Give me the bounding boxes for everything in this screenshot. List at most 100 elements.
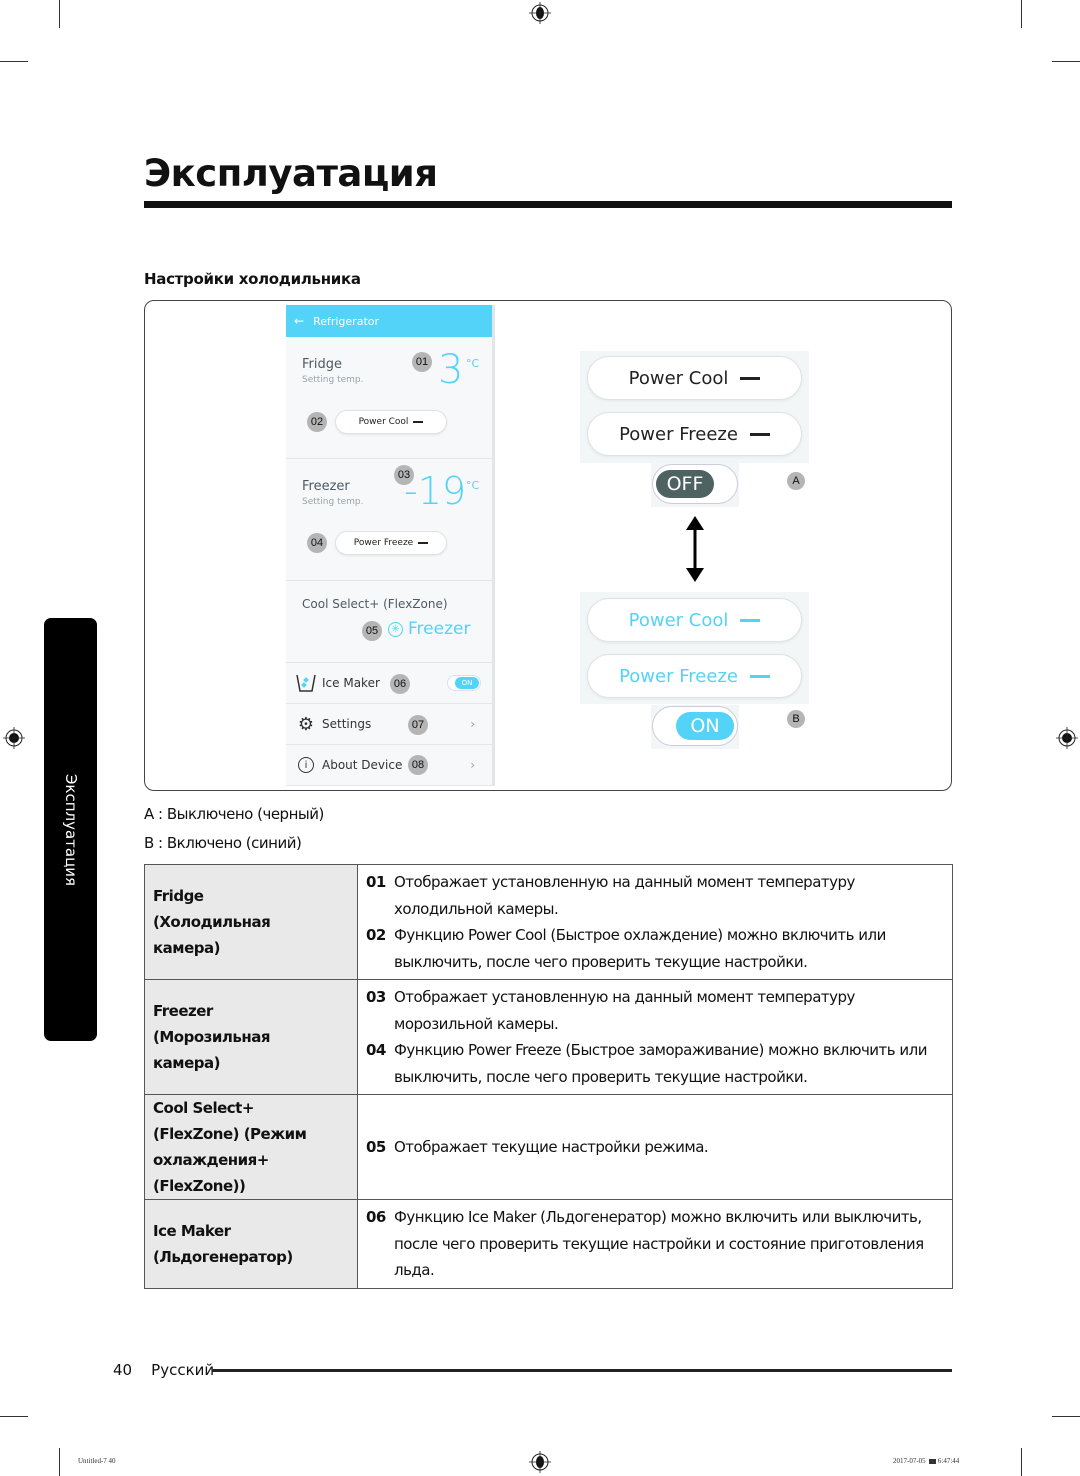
item-text: Отображает установленную на данный момен… bbox=[394, 873, 855, 918]
crop-mark bbox=[1021, 1448, 1022, 1476]
callout-badge: 08 bbox=[408, 755, 428, 775]
callout-badge: 04 bbox=[307, 533, 327, 553]
table-row: Cool Select+ (FlexZone) (Режим охлаждени… bbox=[144, 1094, 953, 1200]
item-text: Функцию Ice Maker (Льдогенератор) можно … bbox=[394, 1208, 924, 1279]
table-row: Ice Maker (Льдогенератор) 06 Функцию Ice … bbox=[144, 1199, 953, 1289]
power-cool-button[interactable]: Power Cool bbox=[335, 410, 447, 434]
power-freeze-button[interactable]: Power Freeze bbox=[335, 531, 447, 555]
flexzone-mode[interactable]: ✳ Freezer bbox=[388, 619, 470, 639]
fridge-title: Fridge bbox=[302, 357, 342, 372]
footer-language: Русский bbox=[151, 1361, 215, 1379]
callout-badge: 07 bbox=[408, 715, 428, 735]
minus-icon bbox=[749, 432, 770, 436]
callout-badge: 02 bbox=[307, 412, 327, 432]
registration-mark-icon bbox=[1056, 727, 1078, 749]
side-tab-label: Эксплуатация bbox=[61, 773, 80, 886]
print-date: 2017-07-05 bbox=[893, 1457, 926, 1465]
minus-icon bbox=[749, 674, 770, 678]
legend-off: A : Выключено (черный) bbox=[144, 805, 324, 823]
chevron-right-icon: › bbox=[470, 717, 475, 731]
row-header: Fridge (Холодильная камера) bbox=[144, 864, 358, 980]
description-table: Fridge (Холодильная камера) 01 Отображает… bbox=[144, 864, 953, 1289]
about-device-row[interactable]: i About Device 08 › bbox=[286, 745, 492, 786]
crop-mark bbox=[1052, 61, 1080, 62]
chevron-right-icon: › bbox=[470, 758, 475, 772]
fridge-subtitle: Setting temp. bbox=[302, 375, 364, 385]
off-toggle[interactable]: OFF bbox=[652, 464, 738, 504]
crop-mark bbox=[1052, 1416, 1080, 1417]
description-item: 06 Функцию Ice Maker (Льдогенератор) можн… bbox=[366, 1204, 946, 1284]
power-freeze-label: Power Freeze bbox=[619, 665, 738, 687]
fridge-temp-unit: °C bbox=[466, 357, 480, 370]
crop-mark bbox=[0, 1416, 28, 1417]
info-icon: i bbox=[295, 754, 317, 776]
description-item: 02 Функцию Power Cool (Быстрое охлаждение… bbox=[366, 922, 946, 975]
registration-mark-icon bbox=[529, 1451, 551, 1473]
legend-on: B : Включено (синий) bbox=[144, 834, 302, 852]
ice-maker-label: Ice Maker bbox=[322, 676, 380, 690]
snowflake-icon: ✳ bbox=[388, 621, 403, 637]
page-footer: 40 Русский bbox=[113, 1361, 214, 1379]
row-body: 03 Отображает установленную на данный мом… bbox=[357, 979, 953, 1095]
power-cool-off-button[interactable]: Power Cool bbox=[587, 356, 802, 400]
off-state-card: Power Cool Power Freeze bbox=[580, 351, 809, 463]
description-item: 01 Отображает установленную на данный мом… bbox=[366, 869, 946, 922]
freezer-temp-unit: °C bbox=[466, 479, 480, 492]
item-number: 05 bbox=[366, 1137, 386, 1156]
double-arrow-icon bbox=[686, 516, 704, 582]
flexzone-section: Cool Select+ (FlexZone) 05 ✳ Freezer bbox=[286, 581, 492, 663]
item-number: 04 bbox=[366, 1041, 386, 1059]
crop-mark bbox=[59, 1448, 60, 1476]
off-toggle-wrap: OFF bbox=[651, 463, 739, 507]
power-cool-label: Power Cool bbox=[628, 367, 729, 389]
about-device-label: About Device bbox=[322, 758, 403, 772]
ice-maker-toggle[interactable]: ON bbox=[447, 675, 481, 691]
app-header-title: Refrigerator bbox=[313, 314, 380, 328]
minus-icon bbox=[418, 542, 429, 544]
toggle-knob: ON bbox=[676, 712, 734, 740]
table-row: Freezer (Морозильная камера) 03 Отображае… bbox=[144, 979, 953, 1095]
state-letter-badge: A bbox=[787, 472, 805, 490]
row-body: 05 Отображает текущие настройки режима. bbox=[357, 1094, 953, 1200]
minus-icon bbox=[740, 376, 761, 380]
item-number: 03 bbox=[366, 988, 386, 1006]
section-side-tab: Эксплуатация bbox=[44, 618, 97, 1041]
item-text: Функцию Power Freeze (Быстрое заморажива… bbox=[394, 1041, 928, 1086]
settings-row[interactable]: ⚙ Settings 07 › bbox=[286, 704, 492, 745]
on-toggle[interactable]: ON bbox=[652, 706, 738, 746]
section-title: Настройки холодильника bbox=[144, 270, 361, 288]
callout-badge: 05 bbox=[362, 621, 382, 641]
power-freeze-on-button[interactable]: Power Freeze bbox=[587, 654, 802, 698]
arrow-left-icon[interactable]: ← bbox=[294, 314, 304, 328]
flexzone-mode-label: Freezer bbox=[408, 619, 471, 639]
description-item: 03 Отображает установленную на данный мом… bbox=[366, 984, 946, 1037]
power-freeze-label: Power Freeze bbox=[353, 538, 414, 548]
page-title: Эксплуатация bbox=[144, 152, 438, 195]
registration-mark-icon bbox=[3, 727, 25, 749]
clock-icon bbox=[929, 1458, 937, 1464]
row-header: Ice Maker (Льдогенератор) bbox=[144, 1199, 358, 1289]
power-cool-on-button[interactable]: Power Cool bbox=[587, 598, 802, 642]
item-text: Отображает текущие настройки режима. bbox=[394, 1137, 709, 1156]
state-letter-badge: B bbox=[787, 710, 805, 728]
page-number: 40 bbox=[113, 1361, 133, 1379]
app-screenshot: ← Refrigerator Fridge Setting temp. 01 3… bbox=[286, 305, 495, 786]
on-toggle-wrap: ON bbox=[651, 705, 739, 749]
callout-badge: 06 bbox=[390, 674, 410, 694]
description-item: 04 Функцию Power Freeze (Быстрое заморажи… bbox=[366, 1037, 946, 1090]
crop-mark bbox=[0, 61, 28, 62]
freezer-section: Freezer Setting temp. 03 -19 °C 04 Power… bbox=[286, 459, 492, 581]
toggle-knob: OFF bbox=[656, 470, 714, 498]
title-rule bbox=[144, 201, 952, 208]
app-header: ← Refrigerator bbox=[286, 305, 492, 337]
callout-badge: 01 bbox=[412, 352, 432, 372]
ice-maker-row[interactable]: Ice Maker 06 ON bbox=[286, 663, 492, 704]
print-file-info: Untitled-7 40 bbox=[78, 1457, 116, 1465]
ice-cup-icon bbox=[295, 672, 317, 694]
registration-mark-icon bbox=[529, 2, 551, 24]
item-number: 06 bbox=[366, 1208, 386, 1226]
settings-label: Settings bbox=[322, 717, 372, 731]
power-freeze-off-button[interactable]: Power Freeze bbox=[587, 412, 802, 456]
freezer-temperature: -19 bbox=[404, 469, 467, 513]
crop-mark bbox=[59, 0, 60, 28]
